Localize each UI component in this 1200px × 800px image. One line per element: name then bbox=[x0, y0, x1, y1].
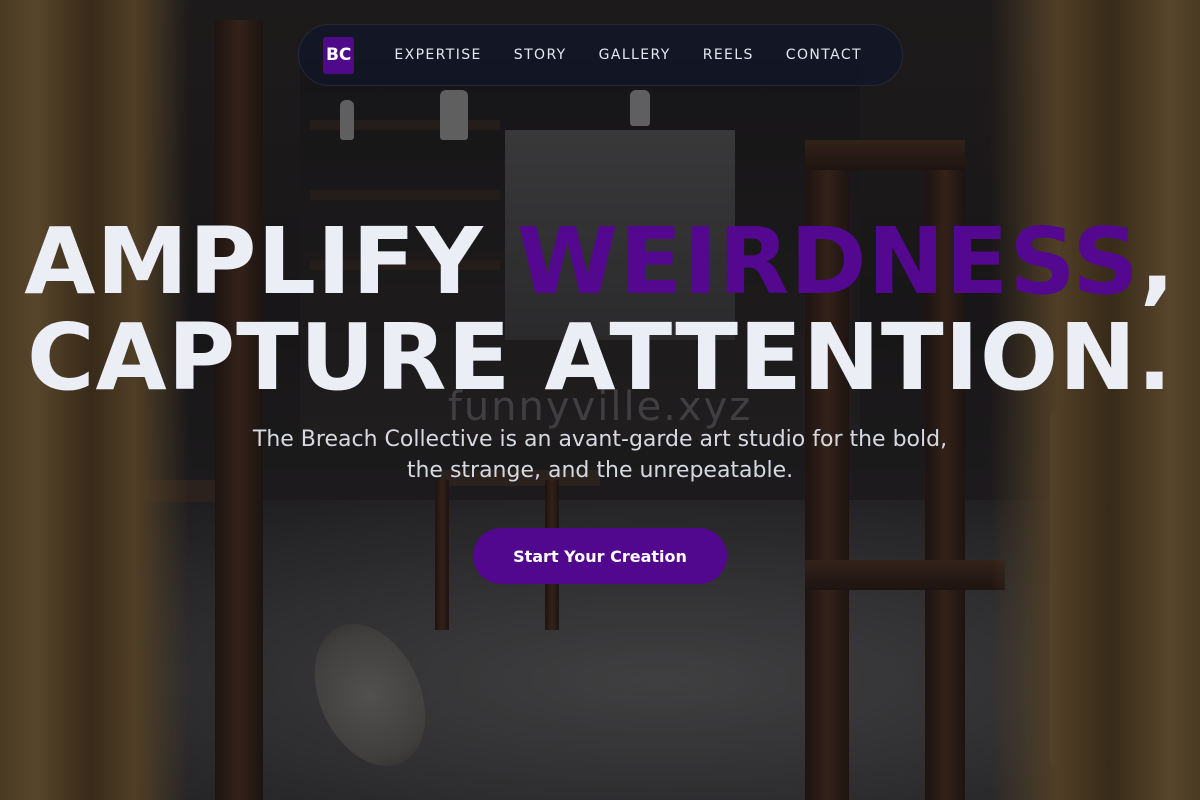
headline-accent-word: WEIRDNESS bbox=[516, 208, 1140, 315]
hero-subtitle: The Breach Collective is an avant-garde … bbox=[252, 427, 948, 483]
headline-comma: , bbox=[1139, 208, 1176, 315]
hero-headline: AMPLIFY WEIRDNESS, CAPTURE ATTENTION. bbox=[0, 214, 1200, 406]
headline-part-1: AMPLIFY bbox=[24, 208, 517, 315]
start-creation-button[interactable]: Start Your Creation bbox=[473, 528, 727, 584]
hero-section: AMPLIFY WEIRDNESS, CAPTURE ATTENTION. fu… bbox=[0, 0, 1200, 800]
